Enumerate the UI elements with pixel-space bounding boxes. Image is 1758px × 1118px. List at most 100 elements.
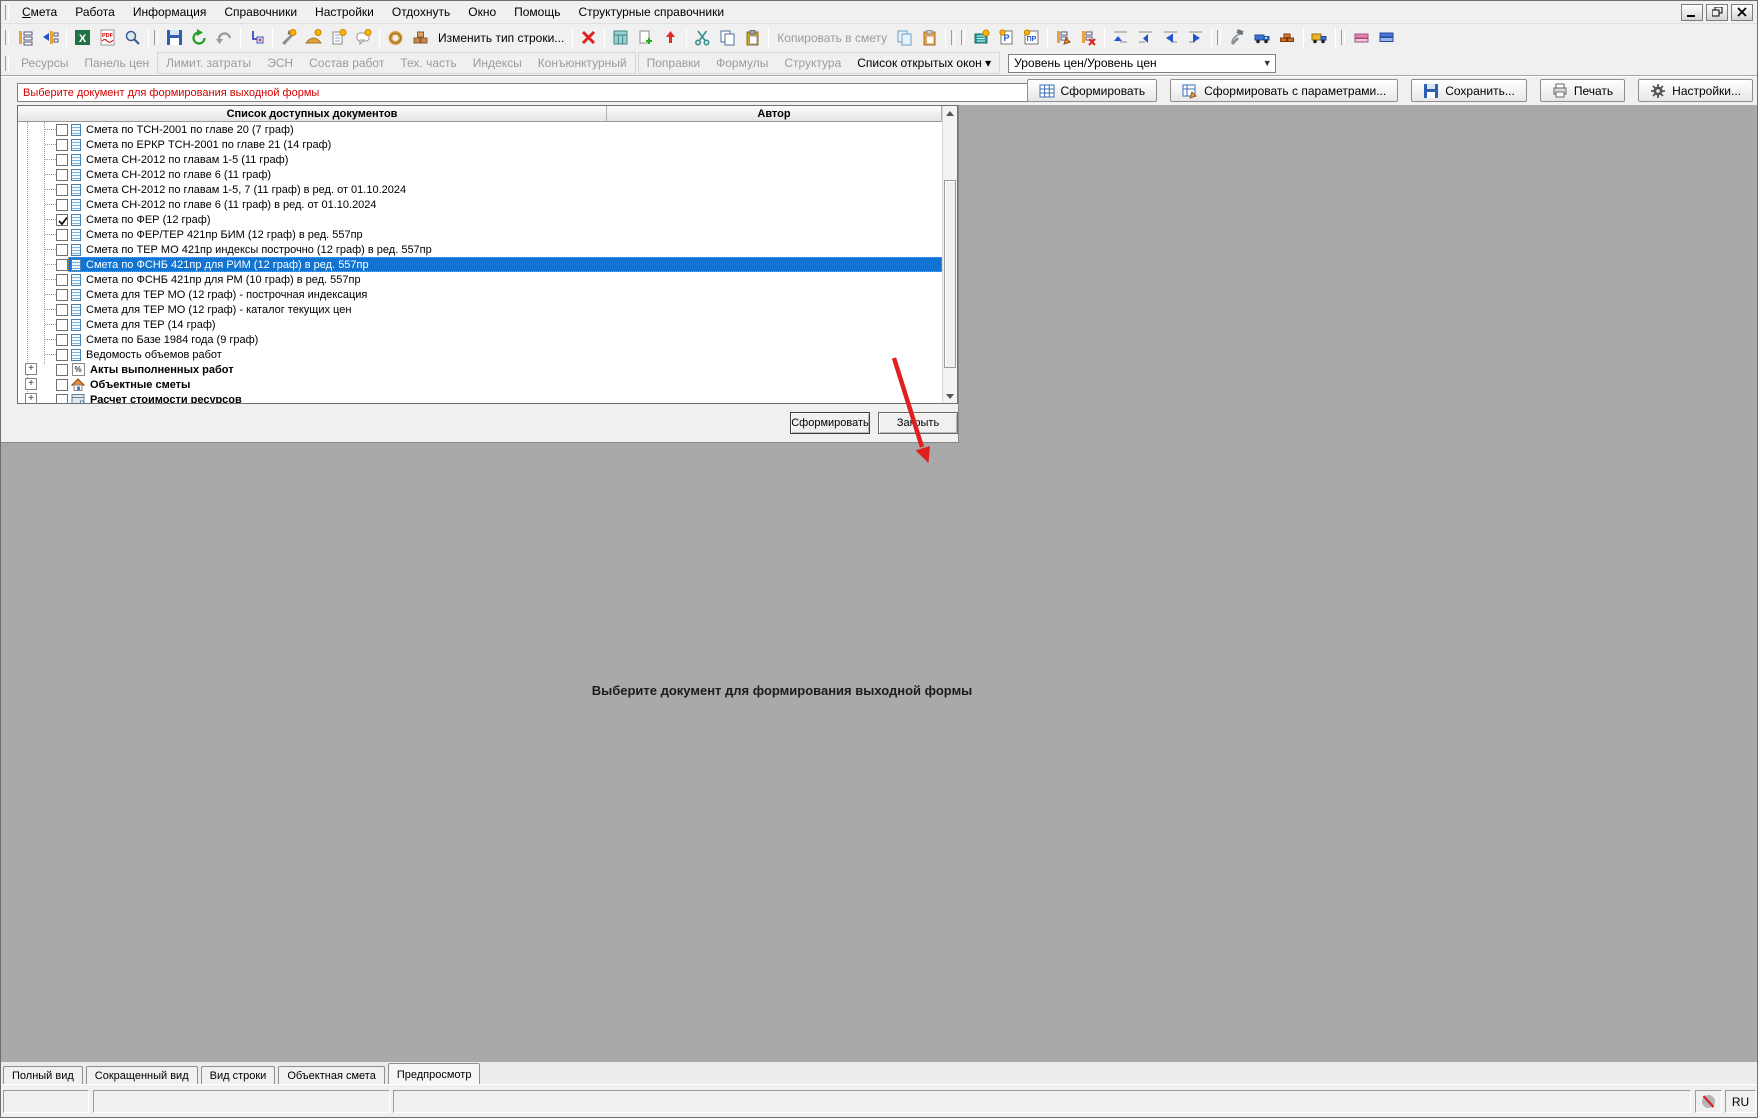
move-up-button[interactable]	[658, 26, 683, 50]
print-button[interactable]: Печать	[1540, 79, 1625, 102]
checkbox[interactable]	[56, 244, 68, 256]
checkbox[interactable]	[56, 199, 68, 211]
doc-pr-button[interactable]: ПР	[1019, 26, 1044, 50]
refresh-button[interactable]	[187, 26, 212, 50]
checkbox[interactable]	[56, 274, 68, 286]
menu-otdohnut[interactable]: Отдохнуть	[383, 2, 459, 22]
menu-smeta[interactable]: Смета	[13, 2, 66, 22]
minimize-button[interactable]	[1681, 4, 1703, 21]
restore-button[interactable]	[1706, 4, 1728, 21]
tree-goto-button[interactable]	[38, 26, 63, 50]
list-item[interactable]: Смета по ФЕР/ТЕР 421пр БИМ (12 граф) в р…	[18, 227, 942, 242]
excel-export-button[interactable]: X	[70, 26, 95, 50]
toolbar-grip[interactable]	[154, 30, 158, 45]
output-document-combobox[interactable]: Выберите документ для формирования выход…	[17, 83, 1079, 102]
scroll-up-button[interactable]	[943, 106, 957, 120]
edit-structure-button[interactable]	[1051, 26, 1076, 50]
toolbar-grip[interactable]	[5, 5, 9, 20]
materials-pile-button[interactable]	[1275, 26, 1300, 50]
pdf-export-button[interactable]: PDF	[95, 26, 120, 50]
checkbox[interactable]	[56, 229, 68, 241]
checkbox[interactable]	[56, 394, 68, 405]
checkbox[interactable]	[56, 259, 68, 271]
list-item[interactable]: Смета по ТЕР МО 421пр индексы построчно …	[18, 242, 942, 257]
checkbox[interactable]	[56, 319, 68, 331]
indent-first-level-button[interactable]	[1108, 26, 1133, 50]
copy-to-estimate-button[interactable]	[892, 26, 917, 50]
price-level-combobox[interactable]: Уровень цен/Уровень цен ▼	[1008, 54, 1276, 73]
save-output-button[interactable]: Сохранить...	[1411, 79, 1527, 102]
generate-with-params-button[interactable]: Сформировать с параметрами...	[1170, 79, 1398, 102]
list-item[interactable]: Ведомость объемов работ	[18, 347, 942, 362]
delete-row-button[interactable]	[576, 26, 601, 50]
add-section-button[interactable]	[326, 26, 351, 50]
menu-spravochniki[interactable]: Справочники	[215, 2, 306, 22]
machines-button[interactable]	[383, 26, 408, 50]
list-item[interactable]: Смета для ТЕР МО (12 граф) - каталог тек…	[18, 302, 942, 317]
tab-sokraschenny-vid[interactable]: Сокращенный вид	[86, 1066, 198, 1085]
doc-p-button[interactable]: P	[994, 26, 1019, 50]
list-item[interactable]: Смета СН-2012 по главам 1-5, 7 (11 граф)…	[18, 182, 942, 197]
pink-catalog-button[interactable]	[1349, 26, 1374, 50]
list-item[interactable]: Смета для ТЕР МО (12 граф) - построчная …	[18, 287, 942, 302]
column-header-author[interactable]: Автор	[607, 106, 942, 122]
tab-vid-stroki[interactable]: Вид строки	[201, 1066, 276, 1085]
price-book-button[interactable]	[969, 26, 994, 50]
toolbar-grip[interactable]	[5, 56, 9, 71]
menu-rabota[interactable]: Работа	[66, 2, 124, 22]
tab-predprosmotr[interactable]: Предпросмотр	[388, 1063, 481, 1085]
toolbar-grip[interactable]	[5, 30, 9, 45]
toolbar-grip[interactable]	[951, 30, 955, 45]
add-work-button[interactable]	[276, 26, 301, 50]
checkbox[interactable]	[56, 379, 68, 391]
list-item[interactable]: Смета по ТСН-2001 по главе 20 (7 граф)	[18, 122, 942, 137]
cut-button[interactable]	[690, 26, 715, 50]
language-indicator[interactable]: RU	[1725, 1090, 1756, 1113]
column-header-documents[interactable]: Список доступных документов	[18, 106, 607, 122]
blocks-button[interactable]	[408, 26, 433, 50]
tree-list-button[interactable]	[13, 26, 38, 50]
open-windows-dropdown[interactable]: Список открытых окон ▾	[849, 52, 999, 74]
generate-button[interactable]: Сформировать	[1027, 79, 1158, 102]
checkbox[interactable]	[56, 169, 68, 181]
checkbox[interactable]	[56, 349, 68, 361]
add-document-button[interactable]	[633, 26, 658, 50]
tab-obektnaya-smeta[interactable]: Объектная смета	[278, 1066, 385, 1085]
list-item[interactable]: Смета по ФЕР (12 граф)	[18, 212, 942, 227]
list-item[interactable]: Смета по ЕРКР ТСН-2001 по главе 21 (14 г…	[18, 137, 942, 152]
resources-button[interactable]	[1225, 26, 1250, 50]
calculation-button[interactable]	[608, 26, 633, 50]
menu-pomosch[interactable]: Помощь	[505, 2, 569, 22]
menu-okno[interactable]: Окно	[459, 2, 505, 22]
delivery-button[interactable]	[1307, 26, 1332, 50]
tree-group[interactable]: +Расчет стоимости ресурсов	[18, 392, 942, 404]
expand-icon[interactable]: +	[25, 393, 37, 404]
checkbox[interactable]	[56, 154, 68, 166]
menu-informacia[interactable]: Информация	[124, 2, 215, 22]
menu-strukturnye[interactable]: Структурные справочники	[569, 2, 733, 22]
vertical-scrollbar[interactable]	[942, 106, 957, 403]
list-item[interactable]: Смета по ФСНБ 421пр для РМ (10 граф) в р…	[18, 272, 942, 287]
checkbox[interactable]	[56, 289, 68, 301]
toolbar-grip[interactable]	[1217, 30, 1221, 45]
checkbox[interactable]	[56, 139, 68, 151]
list-item[interactable]: Смета СН-2012 по главам 1-5 (11 граф)	[18, 152, 942, 167]
list-item[interactable]: Смета для ТЕР (14 граф)	[18, 317, 942, 332]
tree-group[interactable]: +Объектные сметы	[18, 377, 942, 392]
outdent-button[interactable]	[1158, 26, 1183, 50]
list-item[interactable]: Смета по Базе 1984 года (9 граф)	[18, 332, 942, 347]
list-item-selected[interactable]: Смета по ФСНБ 421пр для РИМ (12 граф) в …	[18, 257, 942, 272]
checkbox[interactable]	[56, 124, 68, 136]
close-button[interactable]	[1731, 4, 1753, 21]
menu-nastroyki[interactable]: Настройки	[306, 2, 383, 22]
revert-cell-button[interactable]	[244, 26, 269, 50]
expand-icon[interactable]: +	[25, 363, 37, 375]
indent-right-button[interactable]	[1183, 26, 1208, 50]
list-item[interactable]: Смета СН-2012 по главе 6 (11 граф) в ред…	[18, 197, 942, 212]
save-button[interactable]	[162, 26, 187, 50]
blue-catalog-button[interactable]	[1374, 26, 1399, 50]
indent-up-level-button[interactable]	[1133, 26, 1158, 50]
search-button[interactable]	[120, 26, 145, 50]
checkbox[interactable]	[56, 304, 68, 316]
dialog-close-button[interactable]: Закрыть	[878, 412, 958, 434]
